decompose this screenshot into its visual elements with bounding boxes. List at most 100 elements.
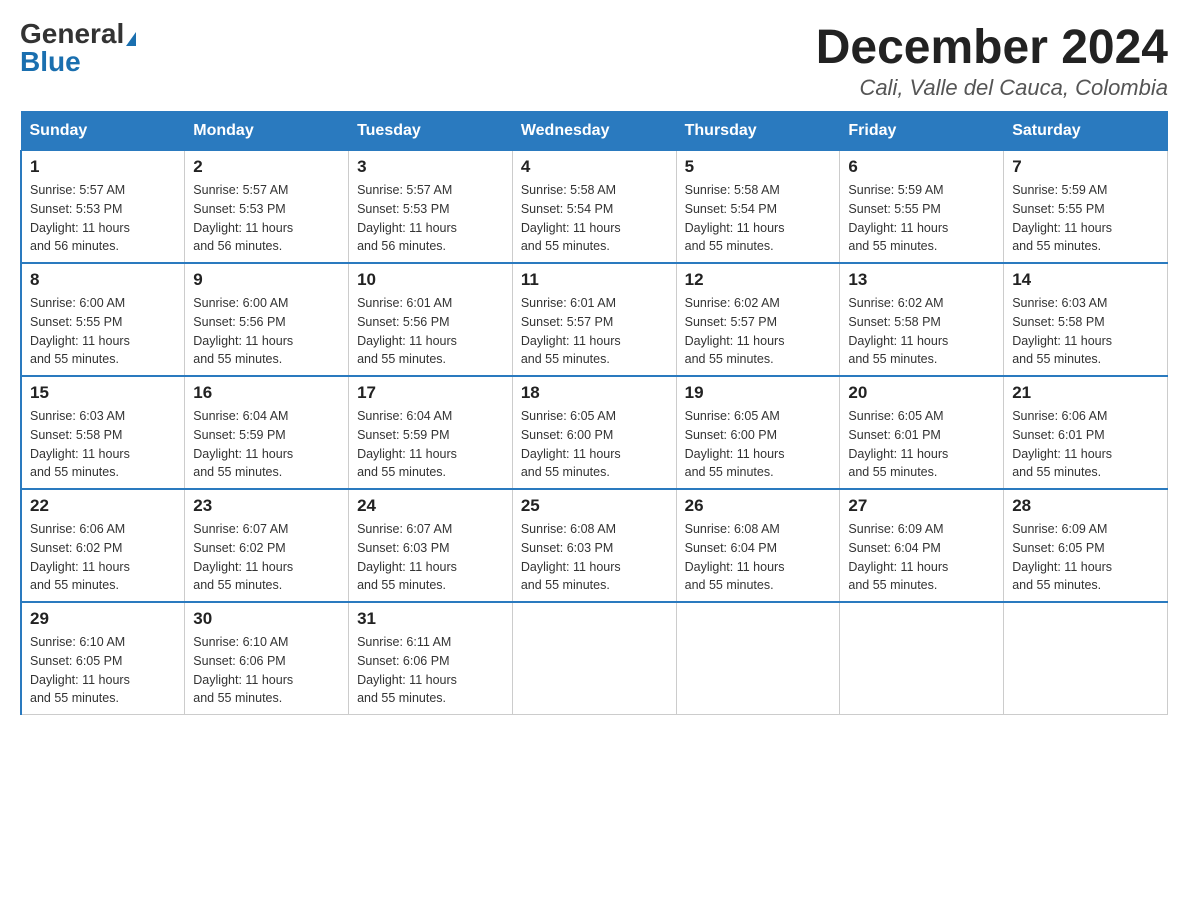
day-number: 9 bbox=[193, 270, 340, 290]
day-info: Sunrise: 6:00 AMSunset: 5:55 PMDaylight:… bbox=[30, 294, 176, 369]
day-number: 22 bbox=[30, 496, 176, 516]
day-info: Sunrise: 5:58 AMSunset: 5:54 PMDaylight:… bbox=[685, 181, 832, 256]
day-info: Sunrise: 6:01 AMSunset: 5:56 PMDaylight:… bbox=[357, 294, 504, 369]
day-info: Sunrise: 5:57 AMSunset: 5:53 PMDaylight:… bbox=[193, 181, 340, 256]
logo-general-text: General bbox=[20, 18, 124, 49]
calendar-cell: 4 Sunrise: 5:58 AMSunset: 5:54 PMDaylight… bbox=[512, 151, 676, 264]
day-number: 4 bbox=[521, 157, 668, 177]
calendar-cell: 12 Sunrise: 6:02 AMSunset: 5:57 PMDayligh… bbox=[676, 263, 840, 376]
calendar-cell: 28Sunrise: 6:09 AMSunset: 6:05 PMDayligh… bbox=[1004, 489, 1168, 602]
day-info: Sunrise: 6:06 AMSunset: 6:01 PMDaylight:… bbox=[1012, 407, 1159, 482]
calendar-cell: 5 Sunrise: 5:58 AMSunset: 5:54 PMDaylight… bbox=[676, 151, 840, 264]
calendar-cell: 20 Sunrise: 6:05 AMSunset: 6:01 PMDayligh… bbox=[840, 376, 1004, 489]
calendar-cell: 13 Sunrise: 6:02 AMSunset: 5:58 PMDayligh… bbox=[840, 263, 1004, 376]
logo-blue-text: Blue bbox=[20, 46, 81, 77]
calendar-week-row: 22 Sunrise: 6:06 AMSunset: 6:02 PMDayligh… bbox=[21, 489, 1168, 602]
calendar-cell: 11 Sunrise: 6:01 AMSunset: 5:57 PMDayligh… bbox=[512, 263, 676, 376]
location-title: Cali, Valle del Cauca, Colombia bbox=[816, 75, 1168, 101]
calendar-cell: 23 Sunrise: 6:07 AMSunset: 6:02 PMDayligh… bbox=[185, 489, 349, 602]
day-number: 28 bbox=[1012, 496, 1159, 516]
header-sunday: Sunday bbox=[21, 112, 185, 151]
day-number: 21 bbox=[1012, 383, 1159, 403]
calendar-cell: 10Sunrise: 6:01 AMSunset: 5:56 PMDayligh… bbox=[349, 263, 513, 376]
day-number: 12 bbox=[685, 270, 832, 290]
calendar-cell bbox=[1004, 602, 1168, 715]
calendar-cell: 26 Sunrise: 6:08 AMSunset: 6:04 PMDayligh… bbox=[676, 489, 840, 602]
calendar-cell: 16Sunrise: 6:04 AMSunset: 5:59 PMDayligh… bbox=[185, 376, 349, 489]
day-info: Sunrise: 5:58 AMSunset: 5:54 PMDaylight:… bbox=[521, 181, 668, 256]
calendar-cell: 9 Sunrise: 6:00 AMSunset: 5:56 PMDaylight… bbox=[185, 263, 349, 376]
calendar-cell: 3 Sunrise: 5:57 AMSunset: 5:53 PMDaylight… bbox=[349, 151, 513, 264]
calendar-cell: 30Sunrise: 6:10 AMSunset: 6:06 PMDayligh… bbox=[185, 602, 349, 715]
calendar-cell: 19Sunrise: 6:05 AMSunset: 6:00 PMDayligh… bbox=[676, 376, 840, 489]
calendar-cell bbox=[840, 602, 1004, 715]
header-monday: Monday bbox=[185, 112, 349, 151]
logo-general-row: General bbox=[20, 20, 136, 48]
calendar-cell: 7Sunrise: 5:59 AMSunset: 5:55 PMDaylight… bbox=[1004, 151, 1168, 264]
day-number: 3 bbox=[357, 157, 504, 177]
day-number: 23 bbox=[193, 496, 340, 516]
day-info: Sunrise: 6:07 AMSunset: 6:03 PMDaylight:… bbox=[357, 520, 504, 595]
calendar-cell: 21 Sunrise: 6:06 AMSunset: 6:01 PMDayligh… bbox=[1004, 376, 1168, 489]
day-number: 25 bbox=[521, 496, 668, 516]
day-info: Sunrise: 6:03 AMSunset: 5:58 PMDaylight:… bbox=[30, 407, 176, 482]
calendar-cell: 14Sunrise: 6:03 AMSunset: 5:58 PMDayligh… bbox=[1004, 263, 1168, 376]
calendar-cell: 18Sunrise: 6:05 AMSunset: 6:00 PMDayligh… bbox=[512, 376, 676, 489]
day-info: Sunrise: 6:04 AMSunset: 5:59 PMDaylight:… bbox=[357, 407, 504, 482]
day-number: 15 bbox=[30, 383, 176, 403]
calendar-cell: 6Sunrise: 5:59 AMSunset: 5:55 PMDaylight… bbox=[840, 151, 1004, 264]
day-info: Sunrise: 6:02 AMSunset: 5:57 PMDaylight:… bbox=[685, 294, 832, 369]
logo-triangle-icon bbox=[126, 32, 136, 46]
calendar-week-row: 29Sunrise: 6:10 AMSunset: 6:05 PMDayligh… bbox=[21, 602, 1168, 715]
day-info: Sunrise: 5:57 AMSunset: 5:53 PMDaylight:… bbox=[357, 181, 504, 256]
header-saturday: Saturday bbox=[1004, 112, 1168, 151]
calendar-cell: 15 Sunrise: 6:03 AMSunset: 5:58 PMDayligh… bbox=[21, 376, 185, 489]
month-title: December 2024 bbox=[816, 20, 1168, 75]
day-info: Sunrise: 6:05 AMSunset: 6:00 PMDaylight:… bbox=[521, 407, 668, 482]
calendar-cell: 22 Sunrise: 6:06 AMSunset: 6:02 PMDayligh… bbox=[21, 489, 185, 602]
day-number: 24 bbox=[357, 496, 504, 516]
header-thursday: Thursday bbox=[676, 112, 840, 151]
day-info: Sunrise: 5:59 AMSunset: 5:55 PMDaylight:… bbox=[1012, 181, 1159, 256]
day-number: 1 bbox=[30, 157, 176, 177]
calendar-week-row: 1 Sunrise: 5:57 AMSunset: 5:53 PMDaylight… bbox=[21, 151, 1168, 264]
day-number: 11 bbox=[521, 270, 668, 290]
day-number: 8 bbox=[30, 270, 176, 290]
calendar-week-row: 15 Sunrise: 6:03 AMSunset: 5:58 PMDayligh… bbox=[21, 376, 1168, 489]
calendar-cell bbox=[512, 602, 676, 715]
day-number: 20 bbox=[848, 383, 995, 403]
day-info: Sunrise: 6:06 AMSunset: 6:02 PMDaylight:… bbox=[30, 520, 176, 595]
calendar-cell: 31Sunrise: 6:11 AMSunset: 6:06 PMDayligh… bbox=[349, 602, 513, 715]
day-info: Sunrise: 6:00 AMSunset: 5:56 PMDaylight:… bbox=[193, 294, 340, 369]
calendar-cell: 1Sunrise: 5:57 AMSunset: 5:53 PMDaylight… bbox=[21, 151, 185, 264]
calendar-cell: 17 Sunrise: 6:04 AMSunset: 5:59 PMDayligh… bbox=[349, 376, 513, 489]
weekday-header-row: Sunday Monday Tuesday Wednesday Thursday… bbox=[21, 112, 1168, 151]
day-number: 17 bbox=[357, 383, 504, 403]
day-info: Sunrise: 6:07 AMSunset: 6:02 PMDaylight:… bbox=[193, 520, 340, 595]
calendar-cell: 8 Sunrise: 6:00 AMSunset: 5:55 PMDaylight… bbox=[21, 263, 185, 376]
day-number: 13 bbox=[848, 270, 995, 290]
day-info: Sunrise: 6:05 AMSunset: 6:00 PMDaylight:… bbox=[685, 407, 832, 482]
logo-blue-row: Blue bbox=[20, 48, 81, 76]
calendar-cell: 24 Sunrise: 6:07 AMSunset: 6:03 PMDayligh… bbox=[349, 489, 513, 602]
day-info: Sunrise: 6:10 AMSunset: 6:05 PMDaylight:… bbox=[30, 633, 176, 708]
day-number: 26 bbox=[685, 496, 832, 516]
calendar-table: Sunday Monday Tuesday Wednesday Thursday… bbox=[20, 111, 1168, 715]
day-info: Sunrise: 6:08 AMSunset: 6:04 PMDaylight:… bbox=[685, 520, 832, 595]
calendar-week-row: 8 Sunrise: 6:00 AMSunset: 5:55 PMDaylight… bbox=[21, 263, 1168, 376]
day-info: Sunrise: 6:02 AMSunset: 5:58 PMDaylight:… bbox=[848, 294, 995, 369]
day-number: 5 bbox=[685, 157, 832, 177]
day-info: Sunrise: 6:05 AMSunset: 6:01 PMDaylight:… bbox=[848, 407, 995, 482]
calendar-cell bbox=[676, 602, 840, 715]
title-section: December 2024 Cali, Valle del Cauca, Col… bbox=[816, 20, 1168, 101]
day-number: 16 bbox=[193, 383, 340, 403]
page-header: General Blue December 2024 Cali, Valle d… bbox=[20, 20, 1168, 101]
calendar-cell: 2Sunrise: 5:57 AMSunset: 5:53 PMDaylight… bbox=[185, 151, 349, 264]
day-info: Sunrise: 6:01 AMSunset: 5:57 PMDaylight:… bbox=[521, 294, 668, 369]
day-info: Sunrise: 6:10 AMSunset: 6:06 PMDaylight:… bbox=[193, 633, 340, 708]
day-number: 14 bbox=[1012, 270, 1159, 290]
header-wednesday: Wednesday bbox=[512, 112, 676, 151]
day-info: Sunrise: 6:09 AMSunset: 6:04 PMDaylight:… bbox=[848, 520, 995, 595]
day-number: 31 bbox=[357, 609, 504, 629]
header-tuesday: Tuesday bbox=[349, 112, 513, 151]
